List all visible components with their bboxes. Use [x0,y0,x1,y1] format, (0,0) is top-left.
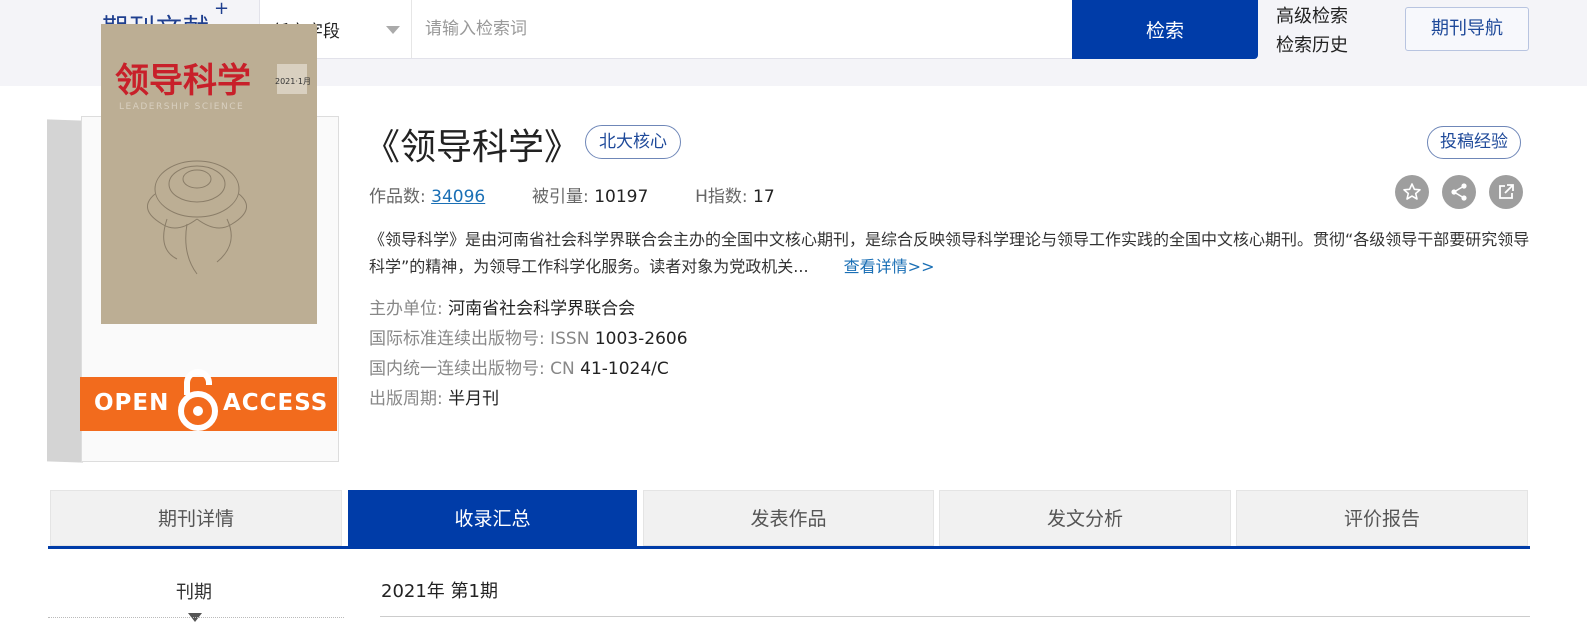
star-icon [1403,183,1421,200]
h-index-value: 17 [753,187,775,207]
meta-sponsor-row: 主办单位: 河南省社会科学界联合会 [369,294,688,324]
tab-evaluation-report[interactable]: 评价报告 [1236,490,1528,546]
search-history-link[interactable]: 检索历史 [1276,31,1348,60]
cn-label: 国内统一连续出版物号: CN [369,359,575,379]
issue-value[interactable]: 2021年 第1期 [381,577,498,603]
search-input[interactable] [413,0,1071,58]
tab-journal-details[interactable]: 期刊详情 [50,490,342,546]
works-label: 作品数: [369,187,426,207]
cover-title: 领导科学 [115,61,251,101]
cited-value: 10197 [594,187,649,207]
works-count-link[interactable]: 34096 [431,187,485,207]
meta-cycle-row: 出版周期: 半月刊 [369,384,688,414]
cover-issue-tag: 2021·1月 [275,77,311,86]
site-logo-plus: + [214,0,231,19]
meta-cn-row: 国内统一连续出版物号: CN 41-1024/C [369,354,688,384]
open-access-lock-icon [178,369,218,431]
issn-value: 1003-2606 [594,329,688,349]
advanced-search-link[interactable]: 高级检索 [1276,2,1348,31]
h-index-label: H指数: [695,187,748,207]
favorite-button[interactable] [1395,175,1429,209]
chevron-down-icon [386,26,400,34]
open-link-button[interactable] [1489,175,1523,209]
meta-issn-row: 国际标准连续出版物号: ISSN 1003-2606 [369,324,688,354]
journal-nav-button[interactable]: 期刊导航 [1405,7,1529,51]
share-icon [1451,183,1467,201]
issue-label: 刊期 [176,582,212,603]
sponsor-value: 河南省社会科学界联合会 [448,299,636,319]
submit-experience-button[interactable]: 投稿经验 [1427,126,1521,159]
search-links: 高级检索 检索历史 [1276,2,1348,60]
issn-label: 国际标准连续出版物号: ISSN [369,329,590,349]
description-text: 《领导科学》是由河南省社会科学界联合会主办的全国中文核心期刊，是综合反映领导科学… [369,230,1530,276]
cycle-value: 半月刊 [448,389,500,409]
tab-underline [48,546,1530,549]
oa-access-text: ACCESS [223,390,329,416]
issue-divider-right [380,616,1530,617]
cycle-label: 出版周期: [369,389,443,409]
open-access-banner: OPEN ACCESS [80,369,337,431]
journal-description: 《领导科学》是由河南省社会科学界联合会主办的全国中文核心期刊，是综合反映领导科学… [369,226,1531,280]
share-button[interactable] [1442,175,1476,209]
journal-meta: 主办单位: 河南省社会科学界联合会 国际标准连续出版物号: ISSN 1003-… [369,294,688,414]
journal-title: 《领导科学》 [364,127,581,168]
core-journal-badge[interactable]: 北大核心 [585,125,681,159]
cn-value: 41-1024/C [580,359,669,379]
search-bar: 任意字段 检索 [259,0,1258,59]
sponsor-label: 主办单位: [369,299,443,319]
cited-label: 被引量: [532,187,589,207]
journal-stats: 作品数: 34096 被引量: 10197 H指数: 17 [369,182,775,207]
search-button[interactable]: 检索 [1072,0,1258,59]
view-details-link[interactable]: 查看详情>> [844,257,935,276]
tab-published-works[interactable]: 发表作品 [643,490,934,546]
journal-cover-image[interactable]: 领导科学 2021·1月 LEADERSHIP SCIENCE [67,24,317,324]
tab-indexing-summary[interactable]: 收录汇总 [348,490,637,546]
journal-tabs: 期刊详情 收录汇总 发表作品 发文分析 评价报告 [48,490,1530,550]
tab-publication-analysis[interactable]: 发文分析 [939,490,1231,546]
external-link-icon [1499,184,1514,199]
cover-subtitle: LEADERSHIP SCIENCE [119,102,244,112]
issue-divider-left [48,617,344,618]
oa-open-text: OPEN [94,390,170,416]
